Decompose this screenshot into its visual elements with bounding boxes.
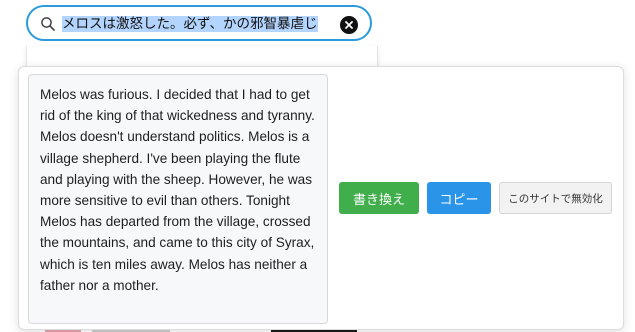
- clear-search-button[interactable]: [340, 16, 358, 34]
- selected-text: メロスは激怒した。必ず、かの邪智暴虐じ: [62, 16, 318, 32]
- search-icon: [40, 16, 56, 32]
- translation-popup: Melos was furious. I decided that I had …: [18, 66, 624, 330]
- copy-button[interactable]: コピー: [427, 182, 491, 214]
- page: メロスは激怒した。必ず、かの邪智暴虐じ Melos was furious. I…: [0, 0, 635, 332]
- rewrite-button[interactable]: 書き換え: [339, 182, 419, 214]
- close-icon: [345, 21, 353, 29]
- search-bar[interactable]: メロスは激怒した。必ず、かの邪智暴虐じ: [26, 5, 372, 41]
- search-input[interactable]: メロスは激怒した。必ず、かの邪智暴虐じ: [62, 13, 318, 35]
- translated-text: Melos was furious. I decided that I had …: [28, 74, 328, 324]
- disable-on-site-button[interactable]: このサイトで無効化: [499, 182, 612, 214]
